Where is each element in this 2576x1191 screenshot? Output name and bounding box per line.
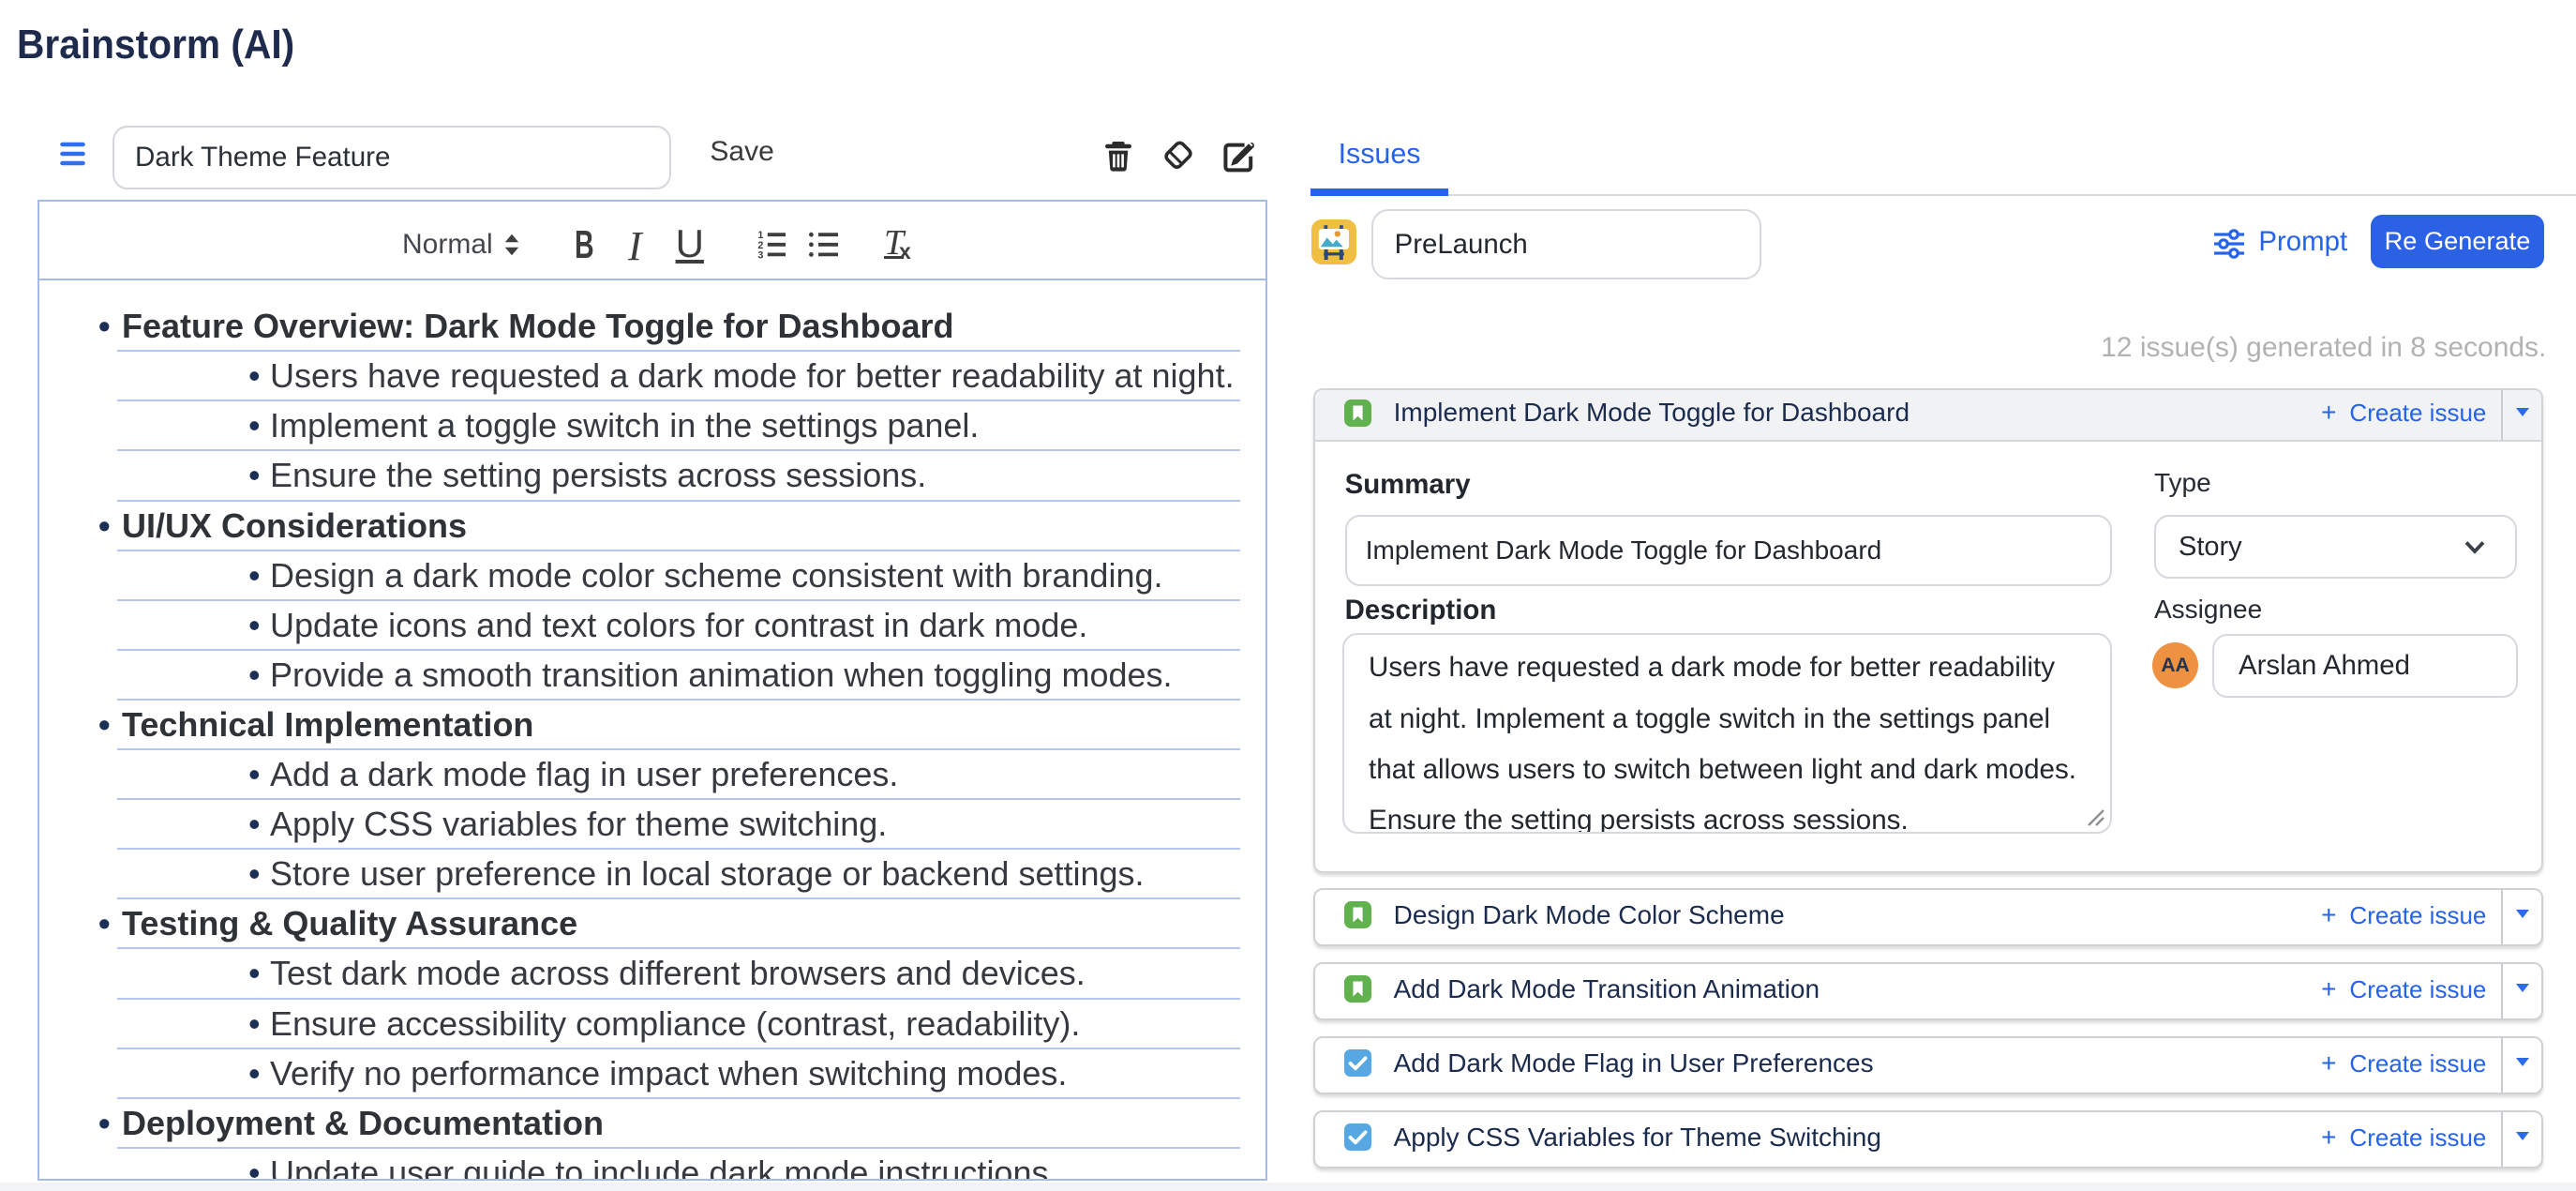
svg-text:3: 3 [758,249,764,259]
